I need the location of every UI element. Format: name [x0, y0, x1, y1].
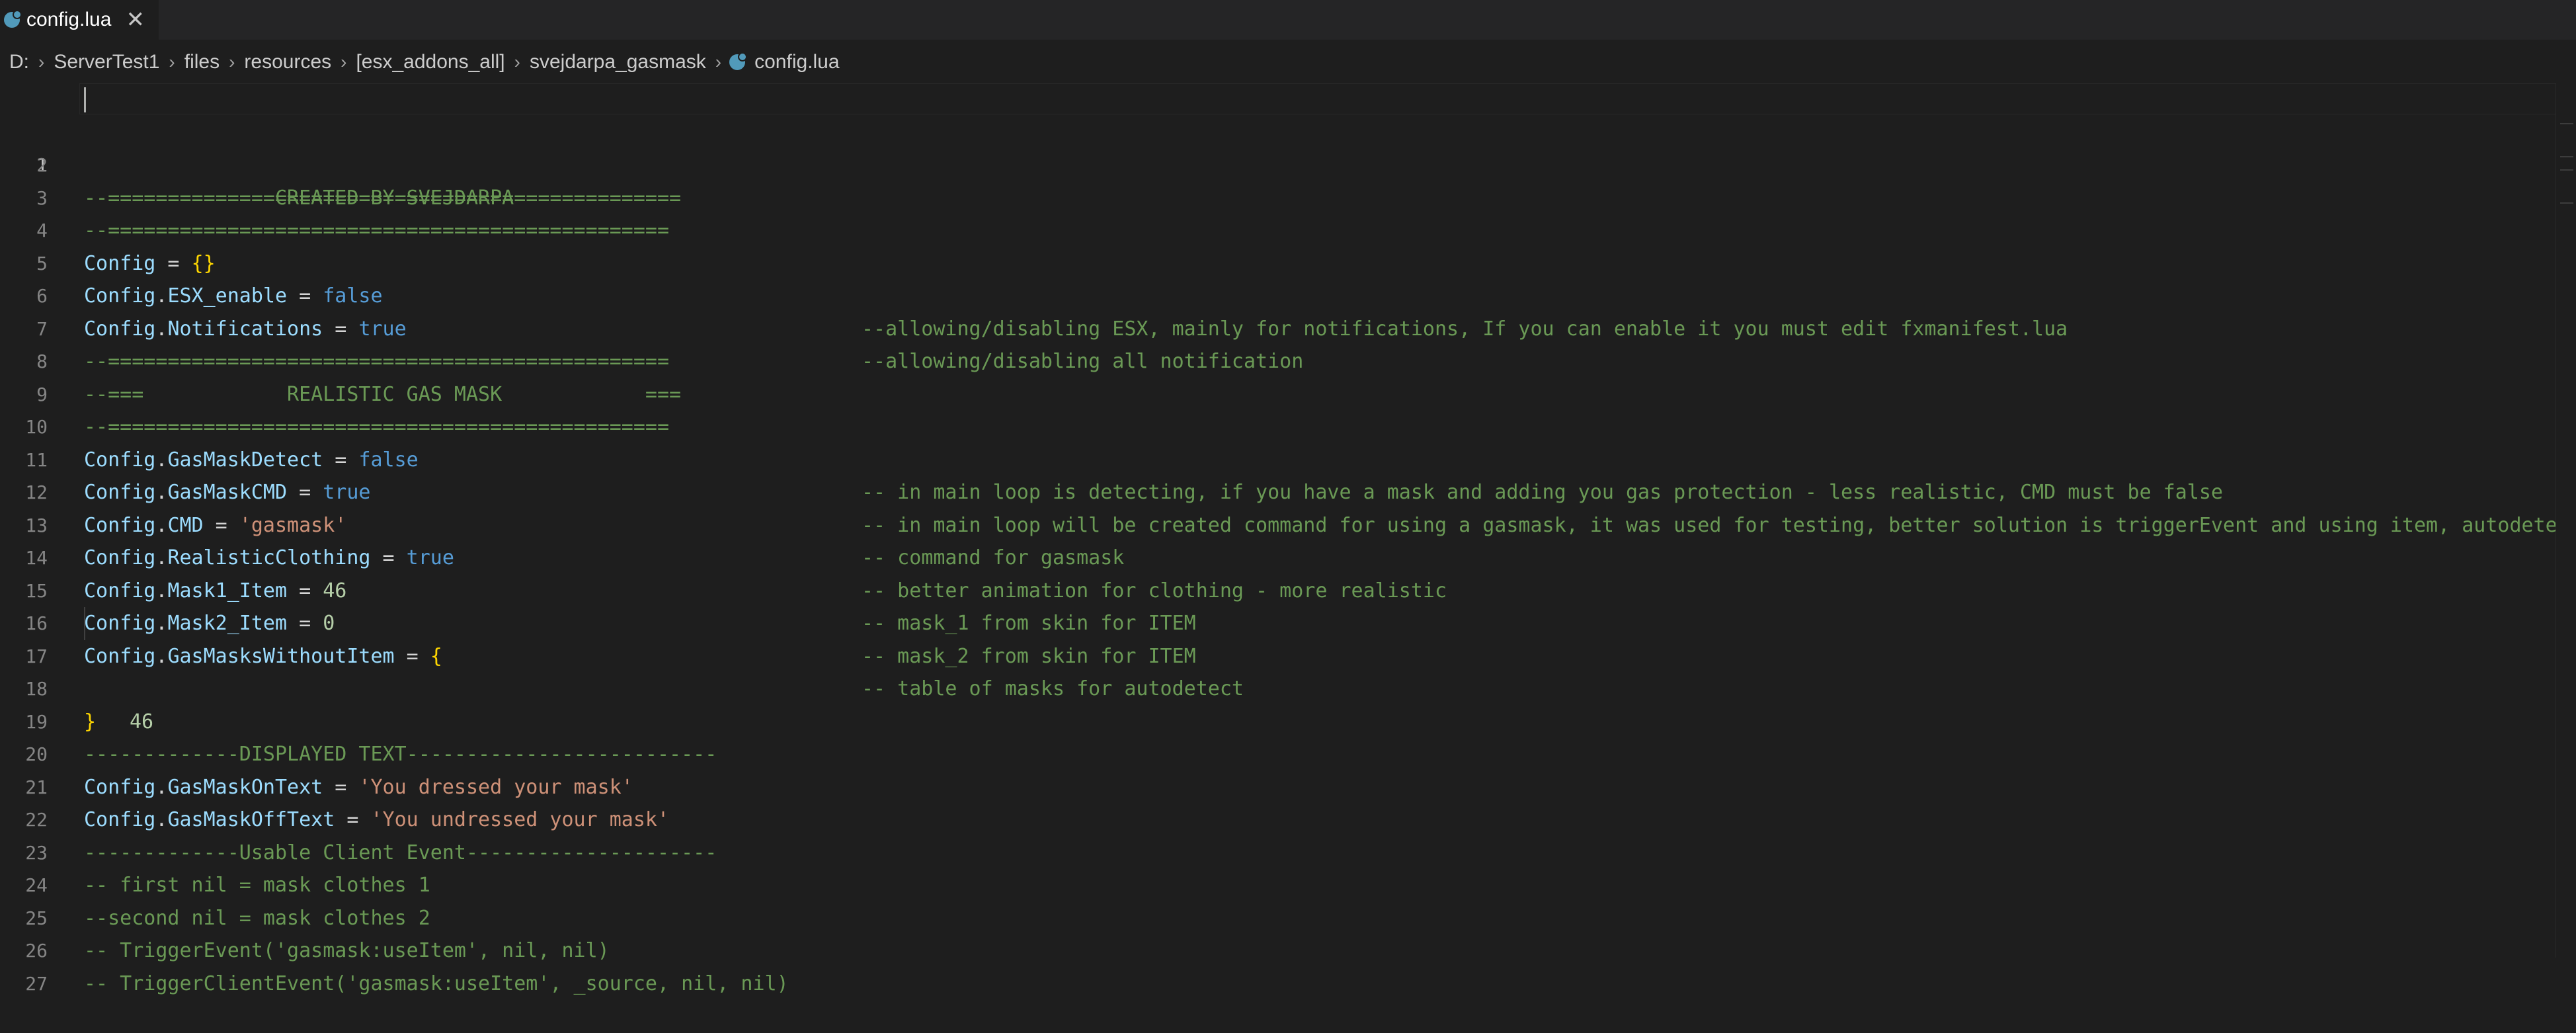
code-line: 14 Config.Mask1_Item = 46 -- mask_1 from…	[0, 509, 2576, 635]
breadcrumb-config-lua[interactable]: config.lua	[753, 51, 840, 73]
breadcrumb-esx-addons-all[interactable]: [esx_addons_all]	[354, 51, 506, 73]
vertical-scrollbar[interactable]	[2556, 83, 2576, 958]
code-line: 18 }	[0, 640, 2576, 733]
minimap-marker	[2560, 156, 2573, 157]
code-line: 13 Config.RealisticClothing = true -- be…	[0, 476, 2576, 602]
minimap-marker	[2560, 202, 2573, 204]
chevron-right-icon: ›	[341, 52, 347, 72]
tab-label: config.lua	[26, 9, 112, 30]
chevron-right-icon: ›	[229, 52, 235, 72]
chevron-right-icon: ›	[169, 52, 175, 72]
text-cursor	[84, 87, 86, 112]
chevron-right-icon: ›	[514, 52, 520, 72]
code-line: 12 Config.CMD = 'gasmask' -- command for…	[0, 444, 2576, 569]
breadcrumb-drive[interactable]: D:	[8, 51, 30, 73]
code-line: 25 -- TriggerEvent('gasmask:useItem', ni…	[0, 869, 2576, 963]
breadcrumb-svejdarpa-gasmask[interactable]: svejdarpa_gasmask	[528, 51, 707, 73]
chevron-right-icon: ›	[38, 52, 45, 72]
indent-guide	[84, 607, 85, 640]
breadcrumb: D: › ServerTest1 › files › resources › […	[0, 42, 2576, 82]
code-line: 7 --====================================…	[0, 280, 2576, 374]
code-text: -- TriggerClientEvent('gasmask:useItem',…	[84, 971, 789, 995]
code-line: 27	[0, 934, 2576, 995]
code-line: 1 --====================================…	[0, 83, 2576, 210]
code-line: 19 -------------DISPLAYED TEXT----------…	[0, 673, 2576, 766]
breadcrumb-files[interactable]: files	[183, 51, 221, 73]
minimap-marker	[2560, 169, 2573, 171]
code-line: 16 Config.GasMasksWithoutItem = { -- tab…	[0, 575, 2576, 700]
code-line: 4 Config = {}	[0, 182, 2576, 275]
close-icon[interactable]: ✕	[126, 7, 145, 33]
code-line: 9 --====================================…	[0, 345, 2576, 439]
code-line: 2 --=== CREATED BY SVEJDARPA ===	[0, 116, 2576, 210]
code-line: 22 -------------Usable Client Event-----…	[0, 771, 2576, 864]
code-editor[interactable]: 1 --====================================…	[0, 83, 2576, 995]
code-line: 15 Config.Mask2_Item = 0 -- mask_2 from …	[0, 542, 2576, 668]
line-number: 27	[25, 972, 48, 995]
lua-file-icon	[4, 10, 22, 28]
tab-config-lua[interactable]: config.lua ✕	[0, 0, 159, 40]
code-line: 23 -- first nil = mask clothes 1	[0, 804, 2576, 897]
code-line: 24 --second nil = mask clothes 2	[0, 837, 2576, 930]
code-line: 5 Config.ESX_enable = false --allowing/d…	[0, 214, 2576, 341]
minimap-marker	[2560, 123, 2573, 124]
chevron-right-icon: ›	[715, 52, 722, 72]
code-line: 20 Config.GasMaskOnText = 'You dressed y…	[0, 706, 2576, 799]
code-line: 3 --====================================…	[0, 149, 2576, 243]
code-line: 21 Config.GasMaskOffText = 'You undresse…	[0, 738, 2576, 832]
breadcrumb-servertest1[interactable]: ServerTest1	[52, 51, 161, 73]
code-line: 11 Config.GasMaskCMD = true -- in main l…	[0, 411, 2576, 537]
breadcrumb-resources[interactable]: resources	[243, 51, 333, 73]
tab-bar: config.lua ✕	[0, 0, 2576, 41]
code-line: 17 46	[0, 607, 2576, 733]
code-line: 10 Config.GasMaskDetect = false -- in ma…	[0, 378, 2576, 504]
lua-file-icon	[729, 52, 748, 70]
code-line: 26 -- TriggerClientEvent('gasmask:useIte…	[0, 902, 2576, 995]
current-line-highlight	[79, 83, 2556, 114]
code-line: 8 --=== REALISTIC GAS MASK ===	[0, 313, 2576, 406]
code-line: 6 Config.Notifications = true --allowing…	[0, 247, 2576, 373]
